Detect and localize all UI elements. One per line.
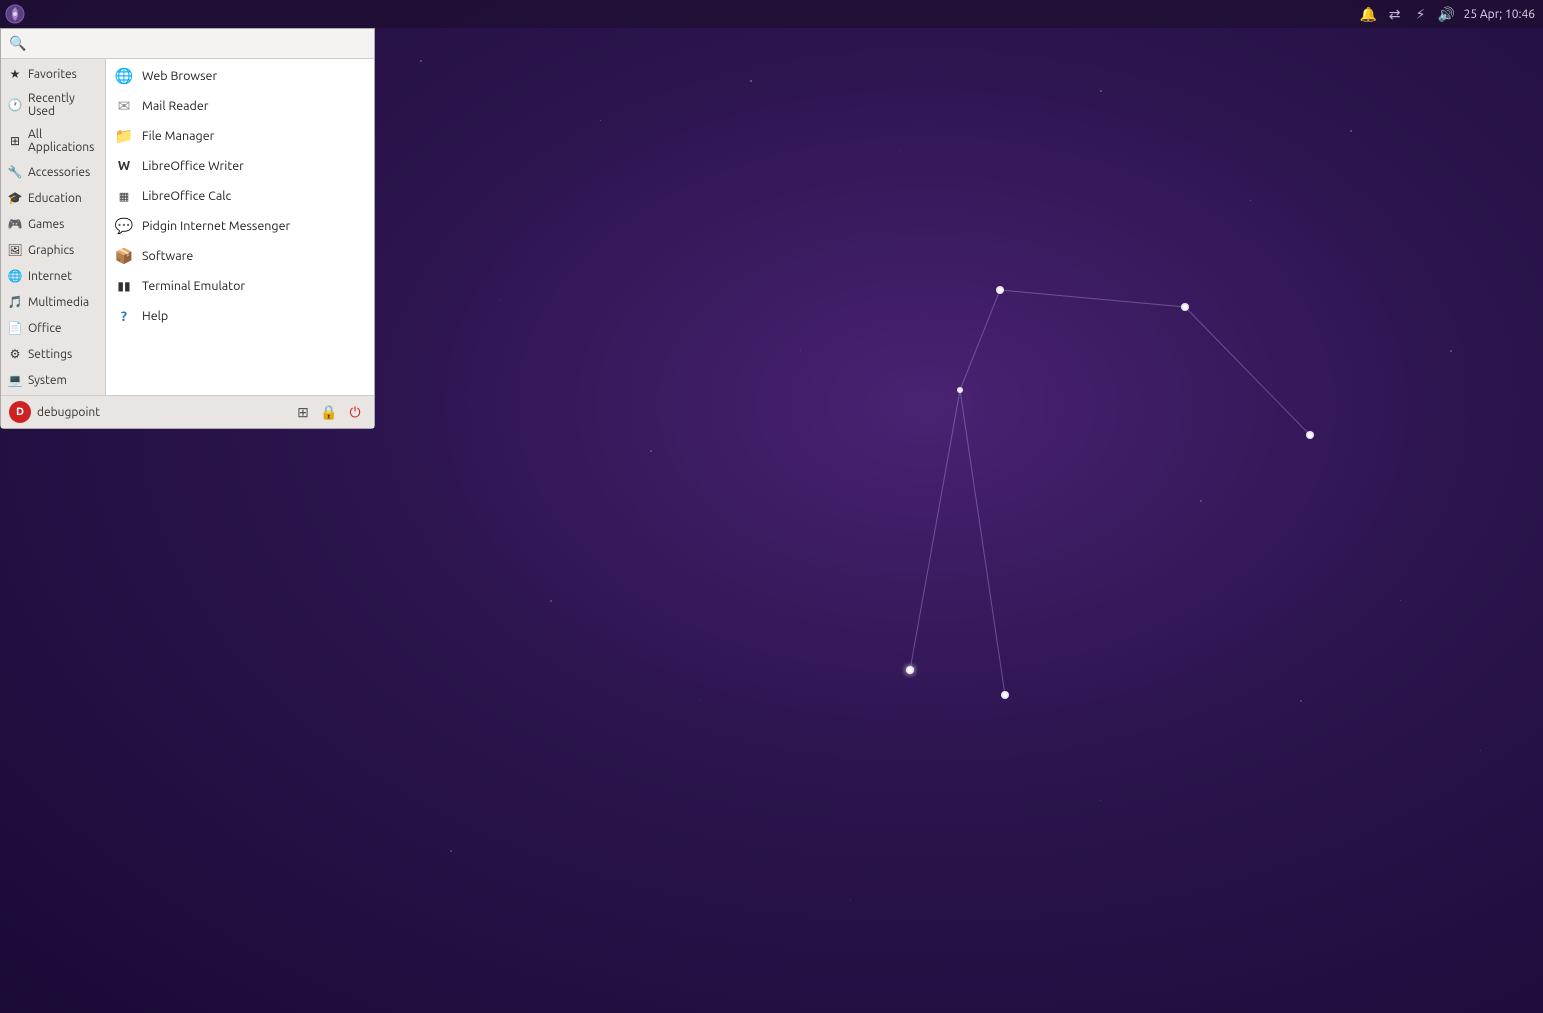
- user-initials: D: [16, 406, 24, 418]
- libreoffice-writer-icon: W: [114, 156, 134, 176]
- power-button[interactable]: ⏻: [344, 401, 366, 423]
- software-icon: 📦: [114, 246, 134, 266]
- app-terminal[interactable]: ▮▮ Terminal Emulator: [106, 271, 374, 301]
- category-accessories-label: Accessories: [28, 166, 90, 179]
- menu-bottom: D debugpoint ⊞ 🔒 ⏻: [1, 395, 374, 428]
- categories-panel: ★ Favorites 🕐 Recently Used ⊞ All Applic…: [1, 59, 106, 395]
- system-icon: 💻: [7, 372, 23, 388]
- app-menu-button[interactable]: [4, 3, 26, 25]
- app-mail-reader[interactable]: ✉ Mail Reader: [106, 91, 374, 121]
- app-software[interactable]: 📦 Software: [106, 241, 374, 271]
- category-education[interactable]: 🎓 Education: [1, 185, 105, 211]
- multimedia-icon: 🎵: [7, 294, 23, 310]
- web-browser-icon: 🌐: [114, 66, 134, 86]
- app-pidgin[interactable]: 💬 Pidgin Internet Messenger: [106, 211, 374, 241]
- search-bar: 🔍: [1, 29, 374, 59]
- help-icon: ?: [114, 306, 134, 326]
- office-icon: 📄: [7, 320, 23, 336]
- category-system[interactable]: 💻 System: [1, 367, 105, 393]
- accessories-icon: 🔧: [7, 164, 23, 180]
- category-multimedia[interactable]: 🎵 Multimedia: [1, 289, 105, 315]
- user-avatar: D: [9, 401, 31, 423]
- app-web-browser[interactable]: 🌐 Web Browser: [106, 61, 374, 91]
- app-help-label: Help: [142, 309, 168, 323]
- switch-user-button[interactable]: ⊞: [292, 401, 314, 423]
- app-libreoffice-calc-label: LibreOffice Calc: [142, 189, 231, 203]
- category-favorites-label: Favorites: [28, 68, 77, 81]
- category-internet-label: Internet: [28, 270, 72, 283]
- favorites-icon: ★: [7, 66, 23, 82]
- app-software-label: Software: [142, 249, 193, 263]
- taskbar: 🔔 ⇄ ⚡ 🔊 25 Apr; 10:46: [0, 0, 1543, 28]
- app-menu: 🔍 ★ Favorites 🕐 Recently Used ⊞ All Appl…: [0, 28, 375, 429]
- switch-windows-icon[interactable]: ⇄: [1386, 5, 1404, 23]
- apps-panel: 🌐 Web Browser ✉ Mail Reader 📁 File Manag…: [106, 59, 374, 395]
- category-office-label: Office: [28, 322, 62, 335]
- terminal-icon: ▮▮: [114, 276, 134, 296]
- app-file-manager[interactable]: 📁 File Manager: [106, 121, 374, 151]
- power-manager-icon[interactable]: ⚡: [1412, 5, 1430, 23]
- category-system-label: System: [28, 374, 67, 387]
- volume-icon[interactable]: 🔊: [1438, 5, 1456, 23]
- education-icon: 🎓: [7, 190, 23, 206]
- category-multimedia-label: Multimedia: [28, 296, 89, 309]
- mail-reader-icon: ✉: [114, 96, 134, 116]
- category-all-applications[interactable]: ⊞ All Applications: [1, 123, 105, 159]
- category-graphics[interactable]: 🖼 Graphics: [1, 237, 105, 263]
- internet-icon: 🌐: [7, 268, 23, 284]
- bottom-actions: ⊞ 🔒 ⏻: [292, 401, 366, 423]
- category-recently-used[interactable]: 🕐 Recently Used: [1, 87, 105, 123]
- taskbar-right: 🔔 ⇄ ⚡ 🔊 25 Apr; 10:46: [1360, 5, 1543, 23]
- app-libreoffice-writer[interactable]: W LibreOffice Writer: [106, 151, 374, 181]
- libreoffice-calc-icon: ▦: [114, 186, 134, 206]
- category-office[interactable]: 📄 Office: [1, 315, 105, 341]
- lock-screen-button[interactable]: 🔒: [318, 401, 340, 423]
- app-mail-reader-label: Mail Reader: [142, 99, 209, 113]
- app-libreoffice-calc[interactable]: ▦ LibreOffice Calc: [106, 181, 374, 211]
- app-libreoffice-writer-label: LibreOffice Writer: [142, 159, 244, 173]
- app-terminal-label: Terminal Emulator: [142, 279, 245, 293]
- pidgin-icon: 💬: [114, 216, 134, 236]
- category-games[interactable]: 🎮 Games: [1, 211, 105, 237]
- category-settings[interactable]: ⚙ Settings: [1, 341, 105, 367]
- search-icon: 🔍: [9, 35, 26, 52]
- recently-used-icon: 🕐: [7, 97, 23, 113]
- all-apps-icon: ⊞: [7, 133, 23, 149]
- category-education-label: Education: [28, 192, 82, 205]
- games-icon: 🎮: [7, 216, 23, 232]
- category-internet[interactable]: 🌐 Internet: [1, 263, 105, 289]
- category-favorites[interactable]: ★ Favorites: [1, 61, 105, 87]
- category-games-label: Games: [28, 218, 64, 231]
- notification-icon[interactable]: 🔔: [1360, 5, 1378, 23]
- category-recently-used-label: Recently Used: [28, 92, 99, 118]
- category-all-label: All Applications: [28, 128, 99, 154]
- app-file-manager-label: File Manager: [142, 129, 214, 143]
- search-input[interactable]: [32, 36, 366, 51]
- settings-icon: ⚙: [7, 346, 23, 362]
- app-web-browser-label: Web Browser: [142, 69, 217, 83]
- category-accessories[interactable]: 🔧 Accessories: [1, 159, 105, 185]
- username-label: debugpoint: [37, 406, 286, 419]
- category-graphics-label: Graphics: [28, 244, 74, 257]
- clock: 25 Apr; 10:46: [1464, 8, 1535, 21]
- app-help[interactable]: ? Help: [106, 301, 374, 331]
- app-pidgin-label: Pidgin Internet Messenger: [142, 219, 290, 233]
- graphics-icon: 🖼: [7, 242, 23, 258]
- category-settings-label: Settings: [28, 348, 72, 361]
- menu-body: ★ Favorites 🕐 Recently Used ⊞ All Applic…: [1, 59, 374, 395]
- file-manager-icon: 📁: [114, 126, 134, 146]
